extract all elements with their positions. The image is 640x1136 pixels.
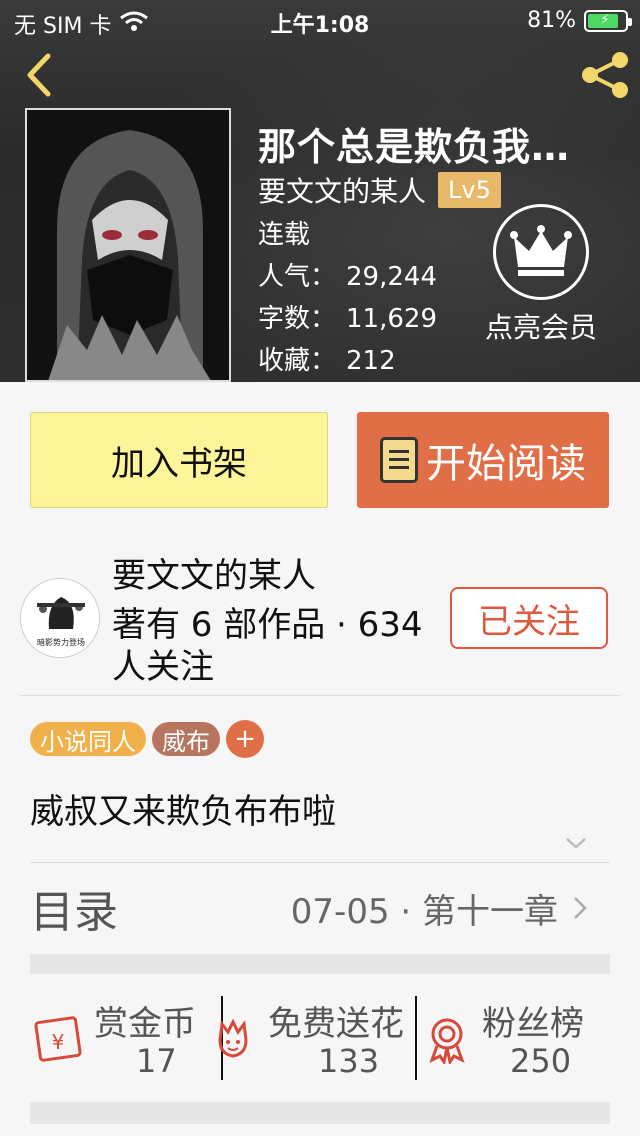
tag-fanfic[interactable]: 小说同人	[30, 722, 146, 756]
author-name[interactable]: 要文文的某人	[112, 548, 316, 597]
author-avatar[interactable]: 暗影势力登场	[20, 578, 100, 658]
serial-status: 连载	[258, 220, 311, 250]
chevron-right-icon	[574, 897, 587, 919]
avatar-caption: 暗影势力登场	[37, 637, 85, 647]
share-icon	[582, 52, 628, 98]
divider	[415, 996, 417, 1080]
red-envelope-icon: ¥	[34, 1016, 82, 1062]
chevron-left-icon	[27, 53, 51, 97]
battery-icon: ⚡	[584, 9, 632, 32]
stat-value: 29,244	[346, 262, 437, 292]
section-separator	[30, 1102, 610, 1124]
reward-label: 粉丝榜	[482, 1004, 584, 1044]
battery-percent: 81%	[527, 8, 576, 33]
book-icon	[380, 437, 418, 483]
stat-value: 11,629	[346, 304, 437, 334]
table-of-contents-row[interactable]: 目录 07-05 · 第十一章	[30, 862, 610, 954]
chevron-down-icon	[566, 838, 586, 849]
svg-text:¥: ¥	[52, 1030, 65, 1054]
stat-label: 人气：	[258, 262, 337, 292]
flower-icon	[218, 1018, 248, 1058]
expand-summary-button[interactable]	[564, 834, 588, 852]
author-meta: 著有 6 部作品 · 634 人关注	[112, 605, 423, 687]
battery-area: 81% ⚡	[527, 8, 632, 33]
stat-popularity: 人气： 29,244	[258, 256, 437, 293]
reward-label: 免费送花	[268, 1004, 404, 1044]
stat-label: 字数：	[258, 304, 337, 334]
book-title: 那个总是欺负我…	[258, 125, 571, 169]
divider	[20, 695, 620, 696]
book-summary: 威叔又来欺负布布啦	[30, 792, 336, 832]
toc-label: 目录	[30, 887, 118, 938]
vip-button[interactable]: 点亮会员	[476, 204, 606, 354]
medal-icon	[429, 1018, 465, 1064]
tag-weibu[interactable]: 威布	[152, 722, 220, 756]
rewards-row: ¥ 赏金币 17 免费送花 133 粉丝榜 250	[30, 974, 610, 1102]
back-button[interactable]	[20, 50, 60, 100]
cover-image	[27, 110, 229, 380]
reward-label: 赏金币	[94, 1004, 196, 1044]
add-tag-button[interactable]: +	[226, 720, 264, 758]
reward-value: 133	[318, 1042, 380, 1080]
book-author-row: 要文文的某人 Lv5	[258, 170, 501, 210]
reward-value: 250	[510, 1042, 572, 1080]
stat-value: 212	[346, 346, 396, 376]
follow-button[interactable]: 已关注	[450, 587, 608, 649]
book-author[interactable]: 要文文的某人	[258, 170, 426, 210]
latest-chapter: 07-05 · 第十一章	[290, 891, 558, 932]
vip-label: 点亮会员	[484, 311, 597, 344]
stat-word-count: 字数： 11,629	[258, 298, 437, 335]
section-separator	[30, 954, 610, 974]
book-cover[interactable]	[25, 108, 231, 382]
start-reading-button[interactable]: 开始阅读	[357, 412, 609, 508]
start-reading-label: 开始阅读	[426, 441, 586, 487]
add-to-shelf-button[interactable]: 加入书架	[30, 412, 328, 508]
stat-label: 收藏：	[258, 346, 337, 376]
status-bar: 无 SIM 卡 上午1:08 81% ⚡	[0, 0, 640, 40]
reward-value: 17	[136, 1042, 177, 1080]
crown-icon	[493, 204, 589, 300]
level-badge: Lv5	[438, 172, 501, 208]
tag-list: 小说同人 威布 +	[30, 720, 264, 758]
stat-favorites: 收藏： 212	[258, 340, 396, 377]
share-button[interactable]	[576, 50, 636, 100]
